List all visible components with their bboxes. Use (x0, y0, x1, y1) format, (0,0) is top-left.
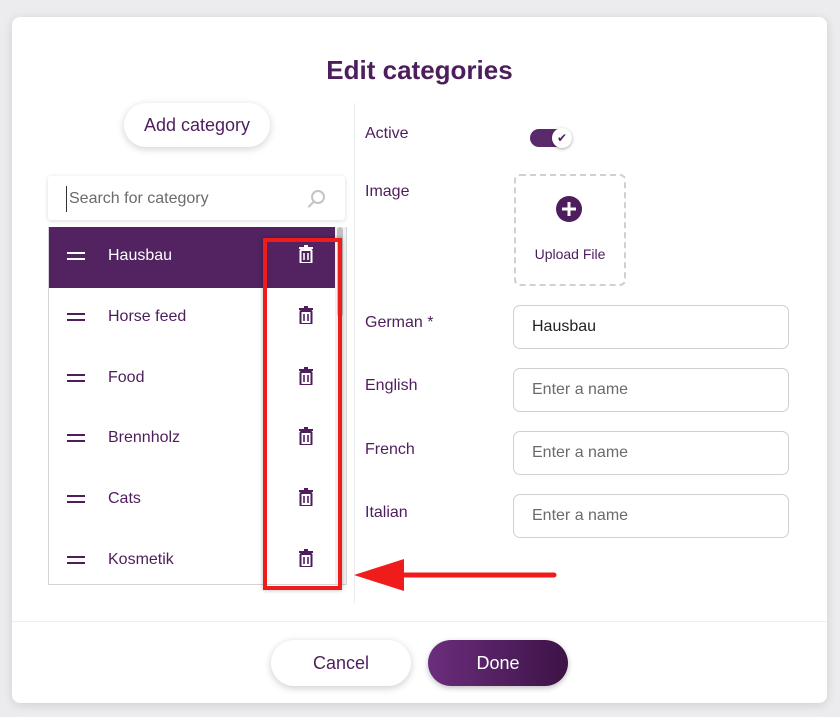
upload-file-dropzone[interactable]: Upload File (514, 174, 626, 286)
add-category-button[interactable]: Add category (124, 103, 270, 147)
english-name-field[interactable] (513, 368, 789, 412)
done-button[interactable]: Done (428, 640, 568, 686)
edit-categories-dialog: Edit categories Add category Hausbau Hor… (12, 17, 827, 703)
italian-name-field[interactable] (513, 494, 789, 538)
search-icon[interactable] (307, 189, 327, 214)
drag-handle-icon[interactable] (67, 252, 85, 264)
footer-divider (12, 621, 827, 622)
annotation-arrow-icon (354, 559, 557, 591)
active-label: Active (365, 125, 409, 142)
german-label: German * (365, 314, 434, 331)
category-label: Food (108, 369, 145, 386)
active-toggle[interactable]: ✔ (530, 128, 572, 148)
drag-handle-icon[interactable] (67, 313, 85, 325)
drag-handle-icon[interactable] (67, 434, 85, 446)
image-label: Image (365, 183, 410, 200)
italian-label: Italian (365, 504, 408, 521)
category-label: Horse feed (108, 308, 187, 325)
french-name-field[interactable] (513, 431, 789, 475)
check-icon: ✔ (552, 128, 572, 148)
search-input[interactable] (66, 186, 301, 212)
drag-handle-icon[interactable] (67, 495, 85, 507)
category-search (48, 176, 345, 220)
category-label: Kosmetik (108, 551, 174, 568)
upload-file-label: Upload File (534, 246, 606, 262)
category-label: Cats (108, 490, 141, 507)
english-label: English (365, 377, 418, 394)
cancel-button[interactable]: Cancel (271, 640, 411, 686)
annotation-highlight-box (263, 238, 342, 590)
drag-handle-icon[interactable] (67, 556, 85, 568)
category-label: Brennholz (108, 429, 181, 446)
dialog-title: Edit categories (326, 55, 513, 85)
french-label: French (365, 441, 415, 458)
german-name-field[interactable] (513, 305, 789, 349)
drag-handle-icon[interactable] (67, 374, 85, 386)
category-label: Hausbau (108, 247, 173, 264)
column-divider (354, 103, 355, 603)
plus-circle-icon (556, 196, 582, 227)
